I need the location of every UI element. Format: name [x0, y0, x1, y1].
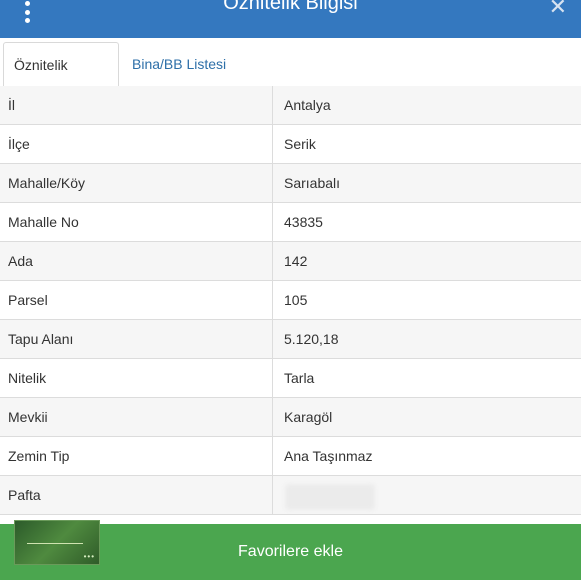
table-row: İlçe Serik [0, 125, 581, 164]
row-value: Antalya [284, 97, 331, 113]
row-key: Zemin Tip [0, 437, 273, 475]
row-value: 43835 [284, 214, 323, 230]
row-value: 105 [284, 292, 308, 308]
close-icon[interactable]: ✕ [549, 0, 567, 20]
row-key: Mahalle/Köy [0, 164, 273, 202]
row-value: Serik [284, 136, 316, 152]
tab-bina-bb-listesi[interactable]: Bina/BB Listesi [122, 42, 236, 86]
page-title: Öznitelik Bilgisi [223, 0, 358, 14]
row-key: Parsel [0, 281, 273, 319]
row-value: Sarıabalı [284, 175, 341, 191]
row-key: Pafta [0, 476, 273, 514]
tab-bar: Öznitelik Bilgisi Bina/BB Listesi [0, 38, 581, 117]
row-value: Tarla [284, 370, 315, 386]
tab-oznitelik-bilgisi[interactable]: Öznitelik Bilgisi [3, 42, 119, 117]
row-value: Ana Taşınmaz [284, 448, 373, 464]
table-row: Parsel 105 [0, 281, 581, 320]
table-row: Nitelik Tarla [0, 359, 581, 398]
row-key: Nitelik [0, 359, 273, 397]
row-value-redacted [273, 476, 581, 514]
header-bar: Öznitelik Bilgisi ✕ [0, 0, 581, 38]
row-key: İlçe [0, 125, 273, 163]
table-row: Zemin Tip Ana Taşınmaz [0, 437, 581, 476]
add-favorites-button[interactable]: ••• Favorilere ekle [0, 520, 581, 580]
row-key: Mevkii [0, 398, 273, 436]
table-row: Pafta [0, 476, 581, 515]
table-row: İl Antalya [0, 86, 581, 125]
row-value: 5.120,18 [284, 331, 339, 347]
table-row: Tapu Alanı 5.120,18 [0, 320, 581, 359]
attribute-table: İl Antalya İlçe Serik Mahalle/Köy Sarıab… [0, 86, 581, 515]
row-key: İl [0, 86, 273, 124]
row-key: Tapu Alanı [0, 320, 273, 358]
row-key: Mahalle No [0, 203, 273, 241]
table-row: Ada 142 [0, 242, 581, 281]
table-row: Mevkii Karagöl [0, 398, 581, 437]
row-key: Ada [0, 242, 273, 280]
add-favorites-label: Favorilere ekle [238, 543, 343, 560]
redacted-placeholder [285, 484, 375, 510]
table-row: Mahalle No 43835 [0, 203, 581, 242]
table-row: Mahalle/Köy Sarıabalı [0, 164, 581, 203]
row-value: 142 [284, 253, 308, 269]
row-value: Karagöl [284, 409, 333, 425]
